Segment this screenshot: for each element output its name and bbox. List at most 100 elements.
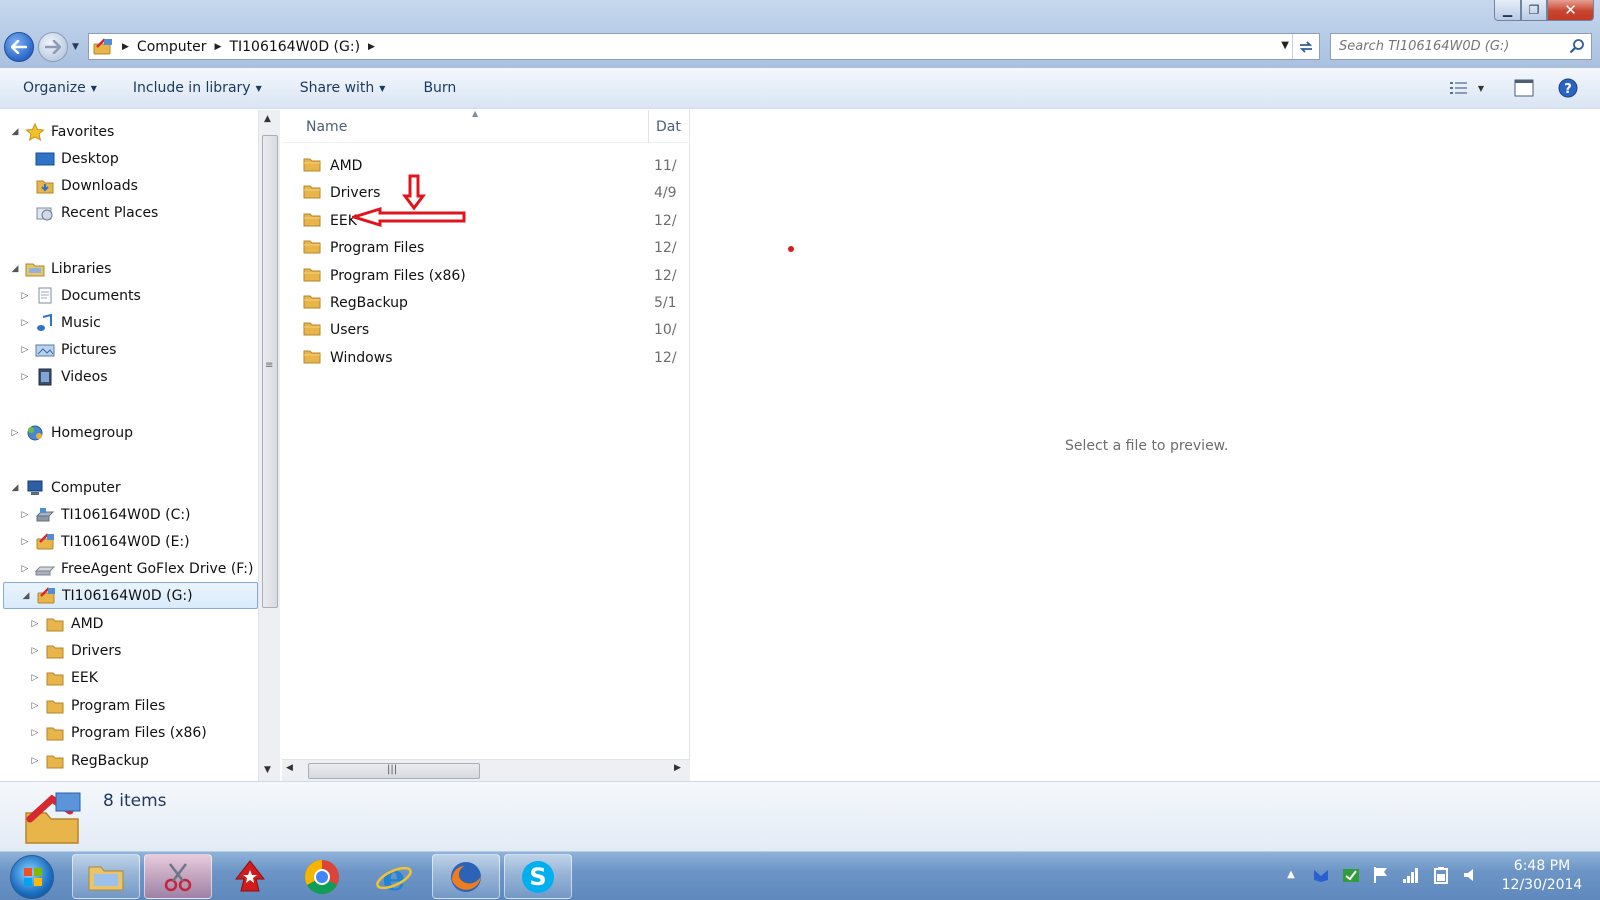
nav-downloads[interactable]: Downloads xyxy=(0,172,258,199)
file-row[interactable]: Program Files 12/ xyxy=(302,235,690,261)
back-button[interactable] xyxy=(4,32,34,62)
collapsed-triangle-icon[interactable]: ▷ xyxy=(30,756,40,766)
nav-folder-program-files-x86[interactable]: ▷ Program Files (x86) xyxy=(0,719,258,746)
collapsed-triangle-icon[interactable]: ▷ xyxy=(20,318,30,328)
search-box[interactable] xyxy=(1330,33,1592,60)
view-options-dropdown[interactable]: ▼ xyxy=(1474,77,1488,99)
expanded-triangle-icon[interactable]: ◢ xyxy=(10,483,20,493)
taskbar-firefox-button[interactable] xyxy=(432,854,500,899)
organize-menu[interactable]: Organize ▼ xyxy=(11,73,109,103)
burn-button[interactable]: Burn xyxy=(411,73,468,103)
nav-recent-places[interactable]: Recent Places xyxy=(0,199,258,226)
column-divider[interactable] xyxy=(648,110,649,143)
nav-folder-amd[interactable]: ▷ AMD xyxy=(0,610,258,637)
scrollbar-thumb[interactable]: ||| xyxy=(308,763,480,779)
recent-pages-dropdown[interactable]: ▼ xyxy=(72,42,79,52)
nav-folder-drivers[interactable]: ▷ Drivers xyxy=(0,637,258,664)
preview-pane-button[interactable] xyxy=(1512,77,1536,99)
minimize-button[interactable]: ▁ xyxy=(1494,0,1521,21)
scroll-up-arrow-icon[interactable]: ▲ xyxy=(264,114,271,124)
collapsed-triangle-icon[interactable]: ▷ xyxy=(30,728,40,738)
collapsed-triangle-icon[interactable]: ▷ xyxy=(30,673,40,683)
breadcrumb-separator[interactable]: ▶ xyxy=(215,42,222,52)
nav-music[interactable]: ▷ Music xyxy=(0,309,258,336)
scrollbar-thumb[interactable] xyxy=(262,135,278,608)
collapsed-triangle-icon[interactable]: ▷ xyxy=(20,372,30,382)
search-input[interactable] xyxy=(1339,39,1559,54)
collapsed-triangle-icon[interactable]: ▷ xyxy=(10,428,20,438)
search-icon[interactable] xyxy=(1569,38,1585,54)
volume-speaker-icon[interactable] xyxy=(1462,866,1480,884)
taskbar-explorer-button[interactable] xyxy=(72,854,140,899)
nav-libraries[interactable]: ◢ Libraries xyxy=(0,255,258,282)
collapsed-triangle-icon[interactable]: ▷ xyxy=(20,345,30,355)
nav-folder-eek[interactable]: ▷ EEK xyxy=(0,664,258,691)
collapsed-triangle-icon[interactable]: ▷ xyxy=(20,537,30,547)
column-header-name[interactable]: Name xyxy=(306,119,347,135)
column-header-date[interactable]: Dat xyxy=(656,119,681,135)
collapsed-triangle-icon[interactable]: ▷ xyxy=(20,564,30,574)
start-button[interactable] xyxy=(10,855,54,899)
file-row[interactable]: Windows 12/ xyxy=(302,345,690,371)
drive-icon xyxy=(92,37,114,56)
file-list-horizontal-scrollbar[interactable]: ◀ ||| ▶ xyxy=(282,759,690,781)
breadcrumb-computer[interactable]: Computer xyxy=(137,39,207,55)
nav-computer[interactable]: ◢ Computer xyxy=(0,474,258,501)
nav-pane-scrollbar[interactable]: ▲ ≡ ▼ xyxy=(258,110,280,781)
nav-drive-c[interactable]: ▷ TI106164W0D (C:) xyxy=(0,501,258,528)
expanded-triangle-icon[interactable]: ◢ xyxy=(10,264,20,274)
forward-button[interactable] xyxy=(38,32,68,62)
scroll-right-arrow-icon[interactable]: ▶ xyxy=(674,763,681,773)
maximize-button[interactable]: ❐ xyxy=(1521,0,1547,21)
nav-favorites[interactable]: ◢ Favorites xyxy=(0,118,258,145)
nav-drive-f[interactable]: ▷ FreeAgent GoFlex Drive (F:) xyxy=(0,555,258,582)
malwarebytes-icon[interactable] xyxy=(1312,866,1330,884)
battery-power-icon[interactable] xyxy=(1432,866,1450,884)
drive-icon xyxy=(35,532,55,551)
show-hidden-icons-icon[interactable]: ▲ xyxy=(1282,866,1300,884)
nav-folder-regbackup[interactable]: ▷ RegBackup xyxy=(0,747,258,774)
nav-homegroup[interactable]: ▷ Homegroup xyxy=(0,419,258,446)
taskbar-snipping-tool-button[interactable] xyxy=(144,854,212,899)
refresh-button[interactable] xyxy=(1292,34,1319,59)
taskbar-skype-button[interactable]: S xyxy=(504,854,572,899)
nav-drive-g[interactable]: ◢ TI106164W0D (G:) xyxy=(3,582,258,609)
nav-documents[interactable]: ▷ Documents xyxy=(0,282,258,309)
nav-videos[interactable]: ▷ Videos xyxy=(0,363,258,390)
file-row[interactable]: Program Files (x86) 12/ xyxy=(302,263,690,289)
expanded-triangle-icon[interactable]: ◢ xyxy=(21,591,31,601)
taskbar-pokerstars-button[interactable] xyxy=(216,854,284,899)
scroll-down-arrow-icon[interactable]: ▼ xyxy=(264,765,271,775)
file-row[interactable]: RegBackup 5/1 xyxy=(302,290,690,316)
security-check-icon[interactable] xyxy=(1342,866,1360,884)
taskbar-clock[interactable]: 6:48 PM 12/30/2014 xyxy=(1496,857,1588,895)
file-row[interactable]: Users 10/ xyxy=(302,317,690,343)
address-bar[interactable]: ▶ Computer ▶ TI106164W0D (G:) ▶ ▼ xyxy=(88,33,1320,60)
nav-folder-program-files[interactable]: ▷ Program Files xyxy=(0,692,258,719)
nav-drive-e[interactable]: ▷ TI106164W0D (E:) xyxy=(0,528,258,555)
address-history-dropdown[interactable]: ▼ xyxy=(1281,40,1289,51)
share-with-menu[interactable]: Share with ▼ xyxy=(288,73,398,103)
nav-pictures[interactable]: ▷ Pictures xyxy=(0,336,258,363)
close-button[interactable]: ✕ xyxy=(1547,0,1594,21)
collapsed-triangle-icon[interactable]: ▷ xyxy=(20,291,30,301)
breadcrumb-separator[interactable]: ▶ xyxy=(122,42,129,52)
expanded-triangle-icon[interactable]: ◢ xyxy=(10,127,20,137)
collapsed-triangle-icon[interactable]: ▷ xyxy=(20,510,30,520)
taskbar-internet-explorer-button[interactable]: e xyxy=(360,854,428,899)
include-in-library-menu[interactable]: Include in library ▼ xyxy=(121,73,274,103)
scroll-left-arrow-icon[interactable]: ◀ xyxy=(286,763,293,773)
help-button[interactable]: ? xyxy=(1556,77,1580,99)
action-center-flag-icon[interactable] xyxy=(1372,866,1390,884)
change-view-button[interactable] xyxy=(1446,77,1472,99)
nav-desktop[interactable]: Desktop xyxy=(0,145,258,172)
taskbar-chrome-button[interactable] xyxy=(288,854,356,899)
breadcrumb-separator[interactable]: ▶ xyxy=(368,42,375,52)
collapsed-triangle-icon[interactable]: ▷ xyxy=(30,701,40,711)
collapsed-triangle-icon[interactable]: ▷ xyxy=(30,646,40,656)
breadcrumb-drive-g[interactable]: TI106164W0D (G:) xyxy=(229,39,360,55)
collapsed-triangle-icon[interactable]: ▷ xyxy=(30,619,40,629)
network-signal-icon[interactable] xyxy=(1402,866,1420,884)
item-count: 8 items xyxy=(103,791,167,811)
nav-libraries-label: Libraries xyxy=(51,260,112,277)
